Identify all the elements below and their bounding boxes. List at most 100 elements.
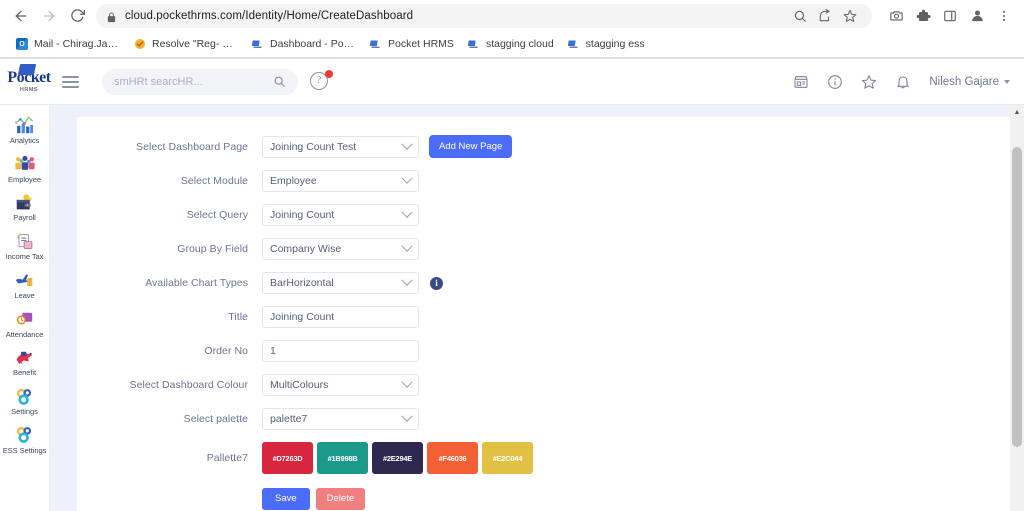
sidebar-item-income-tax[interactable]: Income Tax: [0, 228, 49, 267]
palette-swatch[interactable]: #1B998B: [317, 442, 368, 475]
label-group-by-field: Group By Field: [177, 243, 248, 256]
camera-icon[interactable]: [884, 4, 908, 28]
app-body: Analytics Employee Payroll Income Tax Le…: [0, 104, 1024, 511]
palette-swatch[interactable]: #2E294E: [372, 442, 423, 475]
store-icon[interactable]: [793, 74, 809, 90]
label-pallette7: Pallette7: [206, 452, 248, 465]
forward-arrow-icon[interactable]: [36, 3, 62, 29]
sidebar-item-attendance[interactable]: Attendance: [0, 306, 49, 345]
bookmarks-bar: O Mail - Chirag.Jaiswa... Resolve "Reg- …: [0, 31, 1024, 58]
chevron-down-icon: [401, 274, 413, 287]
sidebar-item-employee[interactable]: Employee: [0, 151, 49, 190]
bookmark-item[interactable]: Resolve "Reg- New...: [127, 35, 245, 53]
sidebar-item-payroll[interactable]: Payroll: [0, 189, 49, 228]
title-input[interactable]: Joining Count: [262, 306, 419, 329]
scrollbar-thumb[interactable]: [1012, 147, 1022, 447]
delete-button[interactable]: Delete: [315, 488, 366, 510]
back-arrow-icon[interactable]: [8, 3, 34, 29]
form-row-chart-types: Available Chart Types BarHorizontal i: [77, 272, 1010, 295]
left-sidebar: Analytics Employee Payroll Income Tax Le…: [0, 105, 50, 511]
select-dashboard-colour[interactable]: MultiColours: [262, 374, 419, 397]
pockethrms-logo[interactable]: Pocket HRMS: [6, 63, 52, 101]
form-row-order-no: Order No 1: [77, 340, 1010, 363]
star-icon[interactable]: [861, 74, 877, 90]
chevron-down-icon: [401, 240, 413, 253]
group-by-field[interactable]: Company Wise: [262, 238, 419, 261]
sidebar-item-label: Leave: [14, 290, 35, 300]
palette-swatch[interactable]: #E2C044: [482, 442, 533, 475]
chevron-down-icon: [401, 206, 413, 219]
select-module[interactable]: Employee: [262, 170, 419, 193]
available-chart-types-value: BarHorizontal: [270, 277, 334, 290]
extensions-puzzle-icon[interactable]: [911, 4, 935, 28]
label-select-dashboard-colour: Select Dashboard Colour: [129, 379, 248, 392]
sidebar-item-settings[interactable]: Settings: [0, 383, 49, 422]
bookmark-item[interactable]: Pocket HRMS: [363, 35, 461, 53]
pockethrms-favicon: [567, 38, 580, 50]
sidebar-item-ess-settings[interactable]: ESS Settings: [0, 422, 49, 461]
select-palette-value: palette7: [270, 413, 308, 426]
scroll-up-arrow-icon[interactable]: ▲: [1010, 105, 1024, 119]
bookmark-item[interactable]: Dashboard - Pocket...: [245, 35, 363, 53]
bookmark-item[interactable]: stagging ess: [561, 35, 652, 53]
bookmark-star-icon[interactable]: [838, 4, 862, 28]
palette-swatch[interactable]: #D7263D: [262, 442, 313, 475]
search-icon[interactable]: [788, 4, 812, 28]
form-row-dashboard-colour: Select Dashboard Colour MultiColours: [77, 374, 1010, 397]
chevron-down-icon: [401, 410, 413, 423]
palette-swatch-list: #D7263D #1B998B #2E294E #F46036 #E2C044: [262, 442, 533, 475]
sidebar-item-label: Settings: [11, 407, 38, 417]
sidebar-item-leave[interactable]: Leave: [0, 267, 49, 306]
secure-lock-icon: [106, 10, 117, 23]
sidebar-item-analytics[interactable]: Analytics: [0, 112, 49, 151]
info-circle-icon[interactable]: i: [430, 276, 443, 290]
hamburger-menu-icon[interactable]: [62, 69, 88, 95]
available-chart-types[interactable]: BarHorizontal: [262, 272, 419, 295]
chevron-down-icon: [1004, 79, 1010, 84]
create-dashboard-card: Select Dashboard Page Joining Count Test…: [77, 117, 1010, 511]
search-input[interactable]: [114, 75, 273, 88]
logo-flag-icon: [17, 63, 37, 75]
app-header: Pocket HRMS ?: [0, 59, 1024, 104]
select-dashboard-page[interactable]: Joining Count Test: [262, 135, 419, 158]
info-icon[interactable]: [827, 74, 843, 90]
form-actions: Save Delete: [77, 488, 1010, 510]
chevron-down-icon: [401, 138, 413, 150]
form-row-module: Select Module Employee: [77, 170, 1010, 193]
label-select-query: Select Query: [186, 209, 248, 222]
page-scrollbar[interactable]: ▲ ▼: [1010, 105, 1024, 511]
benefit-gift-icon: [14, 347, 36, 367]
browser-menu-icon[interactable]: [992, 4, 1016, 28]
bookmark-item[interactable]: stagging cloud: [461, 35, 561, 53]
form-row-dashboard-page: Select Dashboard Page Joining Count Test…: [77, 135, 1010, 159]
sidebar-item-label: Employee: [8, 174, 41, 184]
bookmark-label: Dashboard - Pocket...: [270, 38, 356, 50]
smhrt-search-box[interactable]: [102, 68, 298, 95]
bookmark-label: Mail - Chirag.Jaiswa...: [34, 38, 120, 50]
sidebar-item-benefit[interactable]: Benefit: [0, 344, 49, 383]
header-actions: Nilesh Gajare: [793, 74, 1010, 90]
select-query-value: Joining Count: [270, 209, 335, 222]
sidebar-item-label: Analytics: [9, 136, 40, 145]
select-palette[interactable]: palette7: [262, 408, 419, 431]
select-query[interactable]: Joining Count: [262, 204, 419, 227]
order-no-input[interactable]: 1: [262, 340, 419, 363]
save-button[interactable]: Save: [262, 488, 310, 510]
bookmark-item[interactable]: O Mail - Chirag.Jaiswa...: [9, 35, 127, 53]
palette-swatch[interactable]: #F46036: [427, 442, 478, 475]
search-icon[interactable]: [273, 75, 286, 88]
add-new-page-button[interactable]: Add New Page: [429, 135, 513, 159]
address-bar[interactable]: cloud.pockethrms.com/Identity/Home/Creat…: [96, 3, 872, 28]
profile-avatar-icon[interactable]: [965, 4, 989, 28]
payroll-wallet-icon: [14, 192, 36, 212]
bell-icon[interactable]: [895, 74, 911, 90]
sidepanel-icon[interactable]: [938, 4, 962, 28]
reload-icon[interactable]: [64, 3, 90, 29]
income-tax-document-icon: [14, 231, 36, 251]
notification-dot: [325, 69, 333, 78]
user-menu[interactable]: Nilesh Gajare: [929, 76, 1010, 88]
chevron-down-icon: [401, 376, 413, 389]
label-available-chart-types: Available Chart Types: [145, 277, 248, 290]
help-notification-badge[interactable]: ?: [310, 69, 333, 92]
share-icon[interactable]: [813, 4, 837, 28]
